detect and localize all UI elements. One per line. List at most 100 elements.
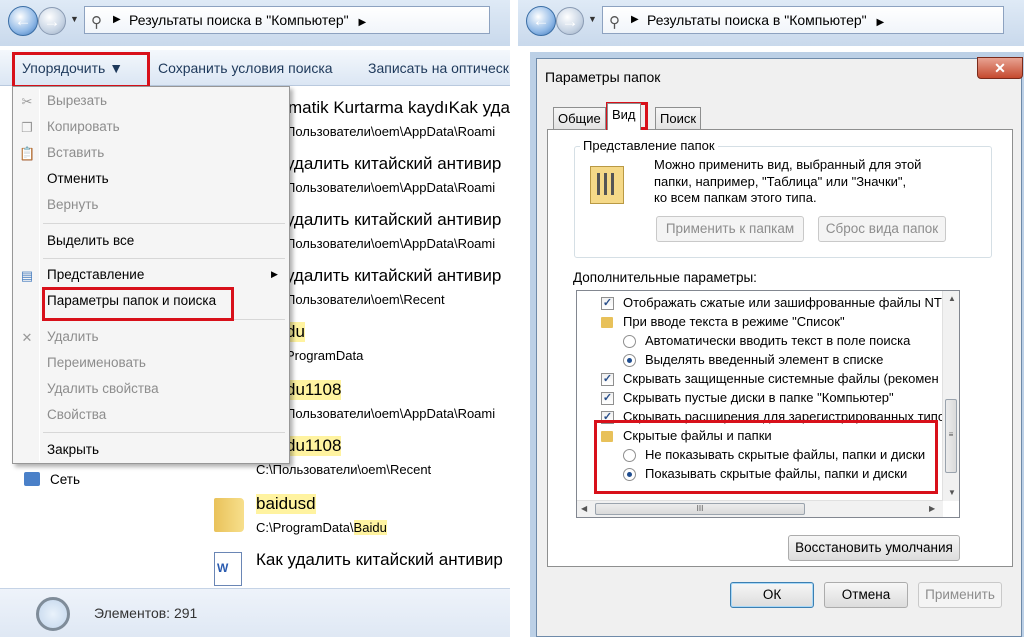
menu-item-remove-properties[interactable]: Удалить свойства	[47, 381, 159, 396]
tab-search[interactable]: Поиск	[655, 107, 702, 129]
folder-options-screenshot: ← → ▼ ⚲ ▶ Результаты поиска в "Компьютер…	[518, 0, 1024, 637]
folder-icon	[214, 498, 244, 532]
menu-item-properties[interactable]: Свойства	[47, 407, 106, 422]
ok-button[interactable]: ОК	[730, 582, 814, 608]
save-search-button[interactable]: Сохранить условия поиска	[158, 60, 333, 76]
apply-button[interactable]: Применить	[918, 582, 1002, 608]
menu-item-delete[interactable]: Удалить	[47, 329, 99, 344]
file-path: C:\Пользователи\oem\Recent	[256, 462, 432, 477]
scroll-left-icon[interactable]: ◀	[581, 504, 587, 513]
breadcrumb-arrow-icon[interactable]: ▶	[631, 7, 639, 33]
file-path: Пользователи\oem\AppData\Roami	[286, 406, 496, 421]
radio-button[interactable]	[623, 354, 636, 367]
menu-item-undo[interactable]: Отменить	[47, 171, 109, 186]
paste-icon: 📋	[19, 146, 36, 161]
vertical-scrollbar[interactable]: ▲ ≡ ▼	[942, 291, 959, 501]
back-button[interactable]: ←	[526, 6, 556, 36]
layout-icon: ▤	[20, 268, 34, 283]
history-dropdown-icon[interactable]: ▼	[588, 14, 597, 24]
menu-item-cut[interactable]: Вырезать	[47, 93, 107, 108]
file-name: du1108	[286, 436, 342, 456]
forward-button[interactable]: →	[556, 7, 584, 35]
radio-button[interactable]	[623, 449, 636, 462]
file-path-highlight: Baidu	[353, 520, 387, 535]
menu-item-select-all[interactable]: Выделить все	[47, 233, 134, 248]
history-dropdown-icon[interactable]: ▼	[70, 14, 79, 24]
menu-item-close[interactable]: Закрыть	[47, 442, 99, 457]
breadcrumb-arrow-icon[interactable]: ▶	[877, 17, 885, 28]
copy-icon: ❐	[21, 120, 33, 135]
address-bar-area: ← → ▼ ⚲ ▶ Результаты поиска в "Компьютер…	[518, 0, 1024, 46]
menu-item-layout[interactable]: Представление	[47, 267, 144, 282]
checkbox[interactable]: ✓	[601, 411, 614, 424]
folder-view-desc: Можно применить вид, выбранный для этой	[654, 157, 922, 172]
advanced-settings-list[interactable]: ✓ Отображать сжатые или зашифрованные фа…	[576, 290, 960, 518]
file-name: удалить китайский антивир	[286, 210, 502, 229]
menu-item-copy[interactable]: Копировать	[47, 119, 120, 134]
delete-icon: ✕	[21, 330, 33, 345]
address-bar[interactable]: ⚲ ▶ Результаты поиска в "Компьютер" ▶	[84, 6, 490, 34]
file-path: Пользователи\oem\Recent	[286, 292, 445, 307]
cancel-button[interactable]: Отмена	[824, 582, 908, 608]
folder-view-desc: папки, например, "Таблица" или "Значки",	[654, 174, 907, 189]
restore-defaults-button[interactable]: Восстановить умолчания	[788, 535, 960, 561]
button-label: Сброс вида папок	[825, 221, 939, 236]
file-name: baidusd	[256, 494, 316, 514]
tab-label: Вид	[612, 107, 636, 122]
folder-view-desc: ко всем папкам этого типа.	[654, 190, 817, 205]
setting-label: Отображать сжатые или зашифрованные файл…	[623, 295, 946, 310]
checkbox[interactable]: ✓	[601, 392, 614, 405]
setting-label: Выделять введенный элемент в списке	[645, 352, 884, 367]
sidebar-item-network[interactable]: Сеть	[24, 472, 80, 487]
scroll-thumb[interactable]: ≡	[945, 399, 957, 473]
menu-separator	[43, 319, 285, 320]
breadcrumb: Результаты поиска в "Компьютер"	[129, 12, 349, 28]
address-bar[interactable]: ⚲ ▶ Результаты поиска в "Компьютер" ▶	[602, 6, 1004, 34]
sidebar-item-label: Сеть	[50, 472, 81, 487]
setting-label: Скрывать пустые диски в папке "Компьютер…	[623, 390, 894, 405]
folder-icon	[601, 317, 613, 328]
scroll-down-icon[interactable]: ▼	[948, 488, 956, 497]
burn-button[interactable]: Записать на оптическ	[368, 60, 509, 76]
file-path-prefix: C:\ProgramData\	[256, 520, 354, 535]
menu-item-redo[interactable]: Вернуть	[47, 197, 98, 212]
close-button[interactable]: ✕	[977, 57, 1023, 79]
tab-view[interactable]: Вид	[607, 103, 641, 130]
close-icon: ✕	[994, 60, 1006, 76]
submenu-arrow-icon: ▶	[271, 269, 278, 279]
reset-folders-button[interactable]: Сброс вида папок	[818, 216, 946, 242]
radio-button[interactable]	[623, 335, 636, 348]
menu-item-rename[interactable]: Переименовать	[47, 355, 146, 370]
radio-button[interactable]	[623, 468, 636, 481]
breadcrumb-arrow-icon[interactable]: ▶	[113, 7, 121, 33]
tab-label: Поиск	[660, 111, 697, 126]
button-label: Отмена	[841, 587, 891, 602]
tab-general[interactable]: Общие	[553, 107, 606, 129]
setting-label: Показывать скрытые файлы, папки и диски	[645, 466, 908, 481]
search-results-icon	[36, 597, 70, 631]
menu-item-folder-options[interactable]: Параметры папок и поиска	[47, 293, 216, 308]
menu-separator	[43, 223, 285, 224]
setting-label: Скрывать расширения для зарегистрированн…	[623, 409, 946, 424]
grip-icon: ≡	[948, 430, 954, 439]
scroll-right-icon[interactable]: ▶	[929, 504, 935, 513]
back-button[interactable]: ←	[8, 6, 38, 36]
folder-view-icon	[590, 166, 624, 204]
scroll-up-icon[interactable]: ▲	[948, 294, 956, 303]
menu-item-paste[interactable]: Вставить	[47, 145, 104, 160]
checkbox[interactable]: ✓	[601, 297, 614, 310]
horizontal-scrollbar[interactable]: ◀ III ▶	[577, 500, 943, 517]
checkbox[interactable]: ✓	[601, 373, 614, 386]
list-item[interactable]: baidusd C:\ProgramData\Baidu	[210, 490, 510, 546]
scroll-thumb[interactable]: III	[595, 503, 805, 515]
search-icon: ⚲	[609, 14, 620, 31]
address-bar-area: ← → ▼ ⚲ ▶ Результаты поиска в "Компьютер…	[0, 0, 510, 46]
apply-to-folders-button[interactable]: Применить к папкам	[656, 216, 804, 242]
file-path: Пользователи\oem\AppData\Roami	[286, 236, 496, 251]
organize-button[interactable]: Упорядочить ▼	[22, 60, 123, 76]
setting-label: Не показывать скрытые файлы, папки и дис…	[645, 447, 926, 462]
breadcrumb-arrow-icon[interactable]: ▶	[359, 17, 367, 28]
forward-button[interactable]: →	[38, 7, 66, 35]
organize-menu: ✂ Вырезать ❐ Копировать 📋 Вставить Отмен…	[12, 86, 290, 464]
file-name: удалить китайский антивир	[286, 266, 502, 285]
